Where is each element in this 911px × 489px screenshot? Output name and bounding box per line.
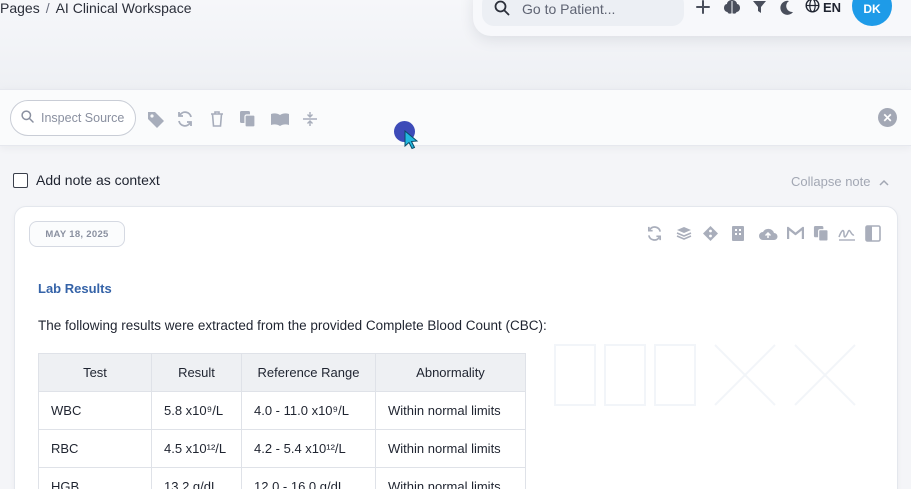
cell-abnormality: Within normal limits: [375, 429, 526, 468]
panel-toggle-icon[interactable]: [864, 224, 882, 242]
context-checkbox[interactable]: [13, 172, 28, 188]
avatar-initials: DK: [863, 2, 881, 16]
search-icon: [494, 0, 510, 19]
dark-mode-icon[interactable]: [777, 0, 795, 16]
plus-icon[interactable]: [694, 0, 712, 16]
reader-icon[interactable]: [269, 109, 291, 129]
table-row: RBC 4.5 x10¹²/L 4.2 - 5.4 x10¹²/L Within…: [38, 429, 526, 468]
column-header-abnormality: Abnormality: [375, 353, 526, 392]
cell-abnormality: Within normal limits: [375, 391, 526, 430]
patient-search-placeholder: Go to Patient...: [522, 1, 616, 17]
column-header-test: Test: [38, 353, 152, 392]
lab-results-table: Test Result Reference Range Abnormality …: [38, 353, 526, 489]
cell-test: WBC: [38, 391, 152, 430]
cell-test: RBC: [38, 429, 152, 468]
add-note-context[interactable]: Add note as context: [13, 172, 160, 188]
breadcrumb-parent[interactable]: Pages: [0, 0, 40, 16]
gmail-icon[interactable]: [786, 224, 804, 242]
inspect-source-placeholder: Inspect Source: [41, 111, 125, 125]
compress-icon[interactable]: [300, 109, 320, 129]
globe-icon: [805, 0, 820, 16]
close-icon[interactable]: ✕: [878, 108, 897, 127]
cursor-arrow-icon: [404, 130, 419, 150]
copy-icon[interactable]: [812, 224, 830, 242]
refresh-icon[interactable]: [645, 224, 663, 242]
cell-reference-range: 4.0 - 11.0 x10⁹/L: [241, 391, 376, 430]
cloud-upload-icon[interactable]: [758, 224, 778, 242]
signature-icon[interactable]: [838, 224, 856, 242]
cell-result: 13.2 g/dL: [151, 467, 242, 489]
cell-result: 5.8 x10⁹/L: [151, 391, 242, 430]
search-icon: [21, 110, 34, 126]
breadcrumb-separator: /: [45, 0, 50, 16]
table-header-row: Test Result Reference Range Abnormality: [38, 353, 526, 392]
trash-icon[interactable]: [207, 109, 227, 129]
git-icon[interactable]: [701, 224, 719, 242]
language-label: EN: [823, 0, 842, 15]
cell-reference-range: 4.2 - 5.4 x10¹²/L: [241, 429, 376, 468]
context-checkbox-label: Add note as context: [36, 172, 160, 188]
cell-reference-range: 12.0 - 16.0 g/dL: [241, 467, 376, 489]
collapse-note-button[interactable]: Collapse note: [791, 174, 889, 189]
breadcrumb: Pages / AI Clinical Workspace: [0, 0, 192, 18]
refresh-icon[interactable]: [175, 109, 195, 129]
section-title: Lab Results: [38, 281, 112, 296]
note-intro-text: The following results were extracted fro…: [38, 318, 547, 333]
brain-icon[interactable]: [722, 0, 742, 16]
cell-result: 4.5 x10¹²/L: [151, 429, 242, 468]
table-row: HGB 13.2 g/dL 12.0 - 16.0 g/dL Within no…: [38, 467, 526, 489]
copy-icon[interactable]: [237, 109, 257, 129]
column-header-result: Result: [151, 353, 242, 392]
filter-icon[interactable]: [751, 0, 767, 16]
layers-icon[interactable]: [674, 224, 692, 242]
watermark-pattern: [554, 344, 856, 406]
language-switcher[interactable]: EN: [805, 0, 841, 16]
collapse-note-label: Collapse note: [791, 174, 871, 189]
cell-abnormality: Within normal limits: [375, 467, 526, 489]
inspect-source-input[interactable]: Inspect Source: [10, 100, 136, 136]
building-icon[interactable]: [729, 224, 747, 242]
cell-test: HGB: [38, 467, 152, 489]
column-header-reference-range: Reference Range: [241, 353, 376, 392]
source-toolbar: Inspect Source ✕: [0, 89, 911, 146]
note-date-chip: MAY 18, 2025: [29, 221, 125, 247]
patient-search-input[interactable]: Go to Patient...: [482, 0, 684, 26]
chevron-up-icon: [878, 174, 889, 189]
table-row: WBC 5.8 x10⁹/L 4.0 - 11.0 x10⁹/L Within …: [38, 391, 526, 430]
tag-icon[interactable]: [146, 109, 166, 129]
breadcrumb-current: AI Clinical Workspace: [55, 0, 192, 16]
